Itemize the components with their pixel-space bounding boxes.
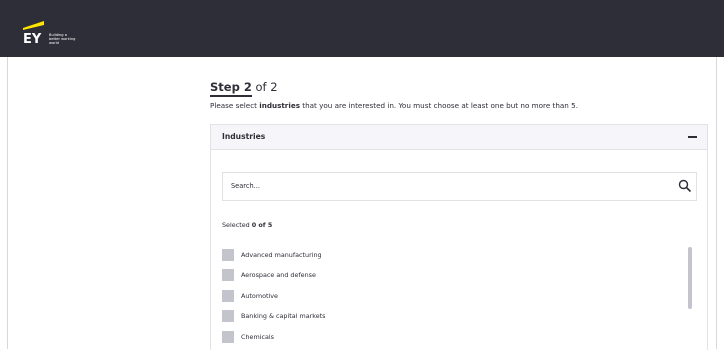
- checkbox[interactable]: [222, 310, 234, 322]
- instruction-text: Please select industries that you are in…: [210, 101, 578, 110]
- step-current: Step 2: [210, 80, 252, 97]
- industries-panel: Industries Search... Selected 0 of 5 Adv…: [210, 124, 708, 350]
- search-placeholder: Search...: [231, 182, 260, 190]
- item-label: Banking & capital markets: [241, 312, 326, 320]
- step-total: of 2: [255, 80, 278, 94]
- instruction-suffix: that you are interested in. You must cho…: [299, 101, 579, 110]
- list-item[interactable]: Advanced manufacturing: [222, 248, 522, 262]
- item-label: Chemicals: [241, 333, 274, 341]
- content-border-left: [7, 57, 8, 349]
- instruction-prefix: Please select: [210, 101, 260, 110]
- step-indicator: Step 2 of 2: [210, 80, 278, 97]
- item-label: Aerospace and defense: [241, 271, 316, 279]
- ey-logo[interactable]: EY Building a better working world: [23, 18, 93, 45]
- list-item[interactable]: Aerospace and defense: [222, 268, 522, 282]
- instruction-bold: industries: [259, 101, 300, 110]
- selected-prefix: Selected: [222, 221, 252, 229]
- list-item[interactable]: Automotive: [222, 289, 522, 303]
- selected-value: 0 of 5: [251, 221, 273, 229]
- industries-panel-header[interactable]: Industries: [211, 125, 707, 150]
- item-label: Advanced manufacturing: [241, 251, 322, 259]
- panel-title: Industries: [222, 132, 266, 141]
- content-border-right: [716, 57, 717, 349]
- checkbox[interactable]: [222, 249, 234, 261]
- logo-tagline: Building a better working world: [49, 33, 76, 45]
- top-navigation-bar: EY Building a better working world: [0, 0, 724, 57]
- list-item[interactable]: Banking & capital markets: [222, 309, 522, 323]
- scrollbar-thumb[interactable]: [688, 247, 692, 309]
- checkbox[interactable]: [222, 331, 234, 343]
- item-label: Automotive: [241, 292, 278, 300]
- svg-text:EY: EY: [23, 32, 42, 44]
- checkbox[interactable]: [222, 290, 234, 302]
- checkbox[interactable]: [222, 269, 234, 281]
- list-item[interactable]: Chemicals: [222, 330, 522, 344]
- list-scrollbar[interactable]: [688, 247, 693, 350]
- minus-icon[interactable]: [688, 136, 697, 138]
- search-input[interactable]: Search...: [222, 172, 697, 201]
- search-icon[interactable]: [678, 179, 692, 193]
- selected-count: Selected 0 of 5: [222, 221, 272, 229]
